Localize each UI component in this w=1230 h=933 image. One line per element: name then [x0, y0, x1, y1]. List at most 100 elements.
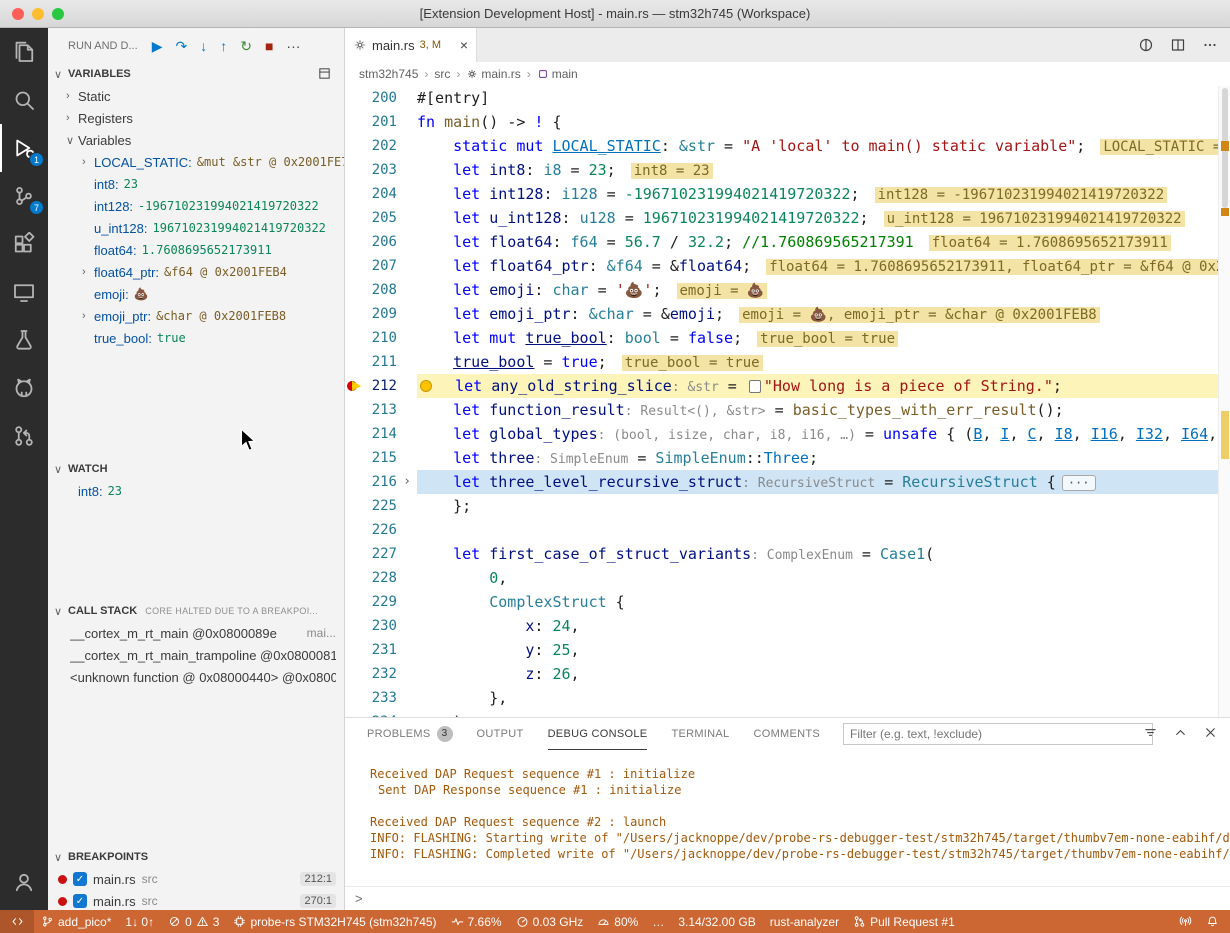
activitybar-explorer[interactable]: [0, 28, 48, 76]
breakpoint-row[interactable]: ✓main.rssrc270:1: [48, 890, 344, 910]
code-line-205[interactable]: 205 let u_int128: u128 = 196710231994021…: [345, 206, 1230, 230]
activitybar-testing[interactable]: [0, 316, 48, 364]
code-line-204[interactable]: 204 let int128: i128 = -1967102319940214…: [345, 182, 1230, 206]
split-editor-icon[interactable]: [1170, 37, 1186, 53]
gutter[interactable]: [345, 662, 361, 686]
variable-row[interactable]: ›Registers: [48, 107, 344, 129]
breakpoints-pane-header[interactable]: ∨ BREAKPOINTS: [48, 846, 344, 868]
close-window-button[interactable]: [12, 8, 24, 20]
code-line-201[interactable]: 201fn main() -> ! {: [345, 110, 1230, 134]
code-line-230[interactable]: 230 x: 24,: [345, 614, 1230, 638]
variables-pane-header[interactable]: ∨ VARIABLES: [48, 63, 344, 85]
panel-tab-comments[interactable]: COMMENTS: [753, 718, 820, 750]
code-line-233[interactable]: 233 },: [345, 686, 1230, 710]
gutter[interactable]: [345, 254, 361, 278]
code-line-203[interactable]: 203 let int8: i8 = 23; int8 = 23: [345, 158, 1230, 182]
variable-row[interactable]: ›float64_ptr:&f64 @ 0x2001FEB4: [48, 261, 344, 283]
code-line-208[interactable]: 208 let emoji: char = '💩'; emoji = 💩: [345, 278, 1230, 302]
gutter[interactable]: [345, 302, 361, 326]
code-line-228[interactable]: 228 0,: [345, 566, 1230, 590]
gutter[interactable]: [345, 278, 361, 302]
status-cpu-frequency[interactable]: 0.03 GHz: [509, 910, 591, 933]
gutter[interactable]: [345, 470, 361, 494]
code-line-206[interactable]: 206 let float64: f64 = 56.7 / 32.2; //1.…: [345, 230, 1230, 254]
gutter[interactable]: [345, 566, 361, 590]
open-changes-icon[interactable]: [1138, 37, 1154, 53]
gutter[interactable]: [345, 638, 361, 662]
call-stack-pane-header[interactable]: ∨ CALL STACK CORE HALTED DUE TO A BREAKP…: [48, 600, 344, 622]
variable-row[interactable]: true_bool:true: [48, 327, 344, 349]
code-line-234[interactable]: 234 ),: [345, 710, 1230, 717]
status-memory[interactable]: 3.14/32.00 GB: [671, 910, 762, 933]
code-line-227[interactable]: 227 let first_case_of_struct_variants: C…: [345, 542, 1230, 566]
overview-ruler[interactable]: [1218, 86, 1230, 717]
gutter[interactable]: [345, 86, 361, 110]
fold-chevron-icon[interactable]: ›: [397, 470, 417, 494]
more-button[interactable]: ···: [286, 39, 300, 53]
debug-console-output[interactable]: Received DAP Request sequence #1 : initi…: [345, 754, 1230, 884]
code-line-215[interactable]: 215 let three: SimpleEnum = SimpleEnum::…: [345, 446, 1230, 470]
restart-button[interactable]: ↻: [240, 39, 252, 53]
gutter[interactable]: [345, 326, 361, 350]
status-git-branch[interactable]: add_pico*: [34, 910, 118, 933]
debug-console-input[interactable]: >: [345, 886, 1230, 910]
code-line-216[interactable]: 216› let three_level_recursive_struct: R…: [345, 470, 1230, 494]
status-pull-request[interactable]: Pull Request #1: [846, 910, 962, 933]
variable-row[interactable]: float64:1.7608695652173911: [48, 239, 344, 261]
gutter[interactable]: [345, 134, 361, 158]
collapse-all-icon[interactable]: [317, 66, 332, 84]
variable-row[interactable]: ∨Variables: [48, 129, 344, 151]
status-battery[interactable]: 80%: [590, 910, 645, 933]
stack-frame[interactable]: <unknown function @ 0x08000440> @0x08000: [48, 666, 344, 688]
gutter[interactable]: [345, 422, 361, 446]
gutter[interactable]: [345, 230, 361, 254]
gutter[interactable]: [345, 518, 361, 542]
breadcrumb-item-main-rs[interactable]: main.rs: [466, 67, 520, 81]
breadcrumb-item-main[interactable]: main: [537, 67, 578, 81]
code-line-232[interactable]: 232 z: 26,: [345, 662, 1230, 686]
stack-frame[interactable]: __cortex_m_rt_main_trampoline @0x0800081: [48, 644, 344, 666]
breakpoint-row[interactable]: ✓main.rssrc212:1: [48, 868, 344, 890]
activitybar-pull-requests[interactable]: [0, 412, 48, 460]
gutter[interactable]: [345, 710, 361, 717]
tab-main-rs[interactable]: main.rs 3, M ×: [345, 28, 477, 62]
maximize-panel-icon[interactable]: [1173, 725, 1188, 740]
variable-row[interactable]: ›LOCAL_STATIC:&mut &str @ 0x2001FE78: [48, 151, 344, 173]
gutter[interactable]: [345, 398, 361, 422]
status-overflow[interactable]: …: [645, 910, 671, 933]
gutter[interactable]: [345, 590, 361, 614]
zoom-window-button[interactable]: [52, 8, 64, 20]
continue-button[interactable]: ▶: [152, 39, 163, 53]
activitybar-run-and-debug[interactable]: 1: [0, 124, 48, 172]
breakpoint-checkbox[interactable]: ✓: [73, 894, 87, 908]
variable-row[interactable]: int8:23: [48, 173, 344, 195]
panel-tab-problems[interactable]: PROBLEMS3: [367, 718, 453, 750]
code-line-211[interactable]: 211 true_bool = true; true_bool = true: [345, 350, 1230, 374]
code-line-225[interactable]: 225 };: [345, 494, 1230, 518]
gutter[interactable]: [345, 542, 361, 566]
code-line-202[interactable]: 202 static mut LOCAL_STATIC: &str = "A '…: [345, 134, 1230, 158]
status-debug-target[interactable]: probe-rs STM32H745 (stm32h745): [226, 910, 443, 933]
more-actions-icon[interactable]: [1202, 37, 1218, 53]
code-line-212[interactable]: 212 let any_old_string_slice: &str = "Ho…: [345, 374, 1230, 398]
breakpoint-checkbox[interactable]: ✓: [73, 872, 87, 886]
watch-row[interactable]: int8:23: [48, 480, 344, 502]
breakpoint-indicator[interactable]: [345, 374, 361, 398]
activitybar-search[interactable]: [0, 76, 48, 124]
variable-row[interactable]: u_int128:196710231994021419720322: [48, 217, 344, 239]
gutter[interactable]: [345, 110, 361, 134]
status-remote[interactable]: [0, 910, 34, 933]
code-line-229[interactable]: 229 ComplexStruct {: [345, 590, 1230, 614]
variable-row[interactable]: emoji:💩: [48, 283, 344, 305]
code-line-200[interactable]: 200#[entry]: [345, 86, 1230, 110]
code-line-213[interactable]: 213 let function_result: Result<(), &str…: [345, 398, 1230, 422]
close-panel-icon[interactable]: [1203, 725, 1218, 740]
step-out-button[interactable]: ↑: [220, 39, 227, 53]
watch-pane-header[interactable]: ∨ WATCH: [48, 458, 344, 480]
code-line-231[interactable]: 231 y: 25,: [345, 638, 1230, 662]
code-area[interactable]: 200#[entry]201fn main() -> ! {202 static…: [345, 86, 1230, 717]
variable-row[interactable]: ›emoji_ptr:&char @ 0x2001FEB8: [48, 305, 344, 327]
gutter[interactable]: [345, 686, 361, 710]
gutter[interactable]: [345, 158, 361, 182]
gutter[interactable]: [345, 614, 361, 638]
